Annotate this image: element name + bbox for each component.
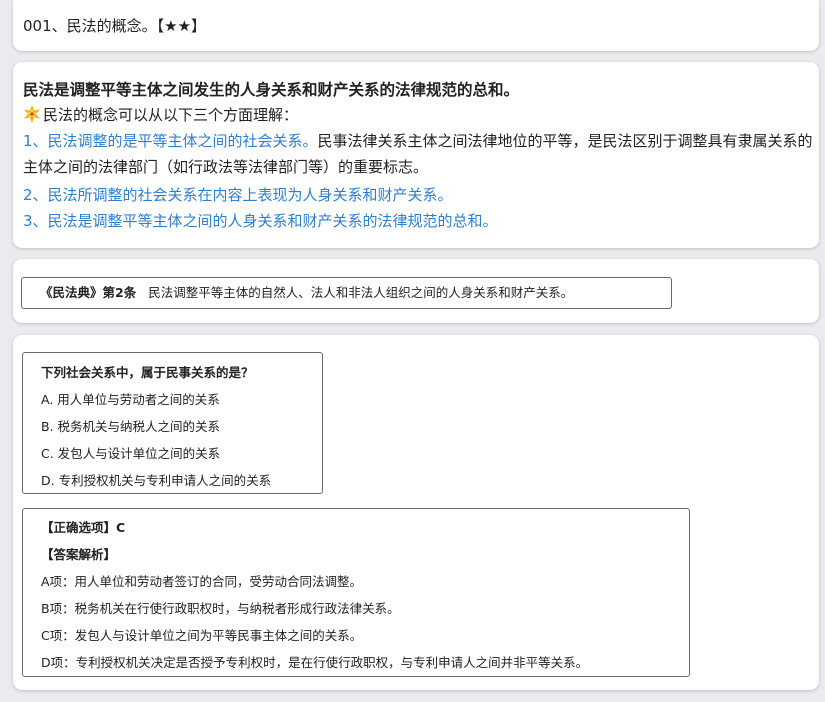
- analysis-heading: 【答案解析】: [41, 547, 117, 562]
- analysis-a: A项：用人单位和劳动者签订的合同，受劳动合同法调整。: [41, 574, 363, 589]
- analysis-d: D项：专利授权机关决定是否授予专利权时，是在行使行政职权，与专利申请人之间并非平…: [41, 655, 589, 670]
- point-1: 1、民法调整的是平等主体之间的社会关系。民事法律关系主体之间法律地位的平等，是民…: [23, 128, 813, 180]
- correct-answer: 【正确选项】C: [41, 520, 126, 535]
- sparkle-star-icon: [23, 105, 41, 123]
- answer-box: 【正确选项】C 【答案解析】 A项：用人单位和劳动者签订的合同，受劳动合同法调整…: [22, 508, 690, 677]
- question-box: 下列社会关系中，属于民事关系的是？ A. 用人单位与劳动者之间的关系 B. 税务…: [22, 352, 323, 494]
- option-d[interactable]: D. 专利授权机关与专利申请人之间的关系: [41, 470, 271, 489]
- analysis-c: C项：发包人与设计单位之间为平等民事主体之间的关系。: [41, 628, 363, 643]
- title-card: 001、民法的概念。【★★】: [13, 0, 819, 51]
- concept-card: 民法是调整平等主体之间发生的人身关系和财产关系的法律规范的总和。 民法的概念可以…: [13, 62, 819, 248]
- point-1-highlight: 1、民法调整的是平等主体之间的社会关系。: [23, 132, 318, 150]
- definition-text: 民法是调整平等主体之间发生的人身关系和财产关系的法律规范的总和。: [23, 81, 520, 99]
- point-3: 3、民法是调整平等主体之间的人身关系和财产关系的法律规范的总和。: [23, 212, 498, 230]
- law-article-box: 《民法典》第2条 民法调整平等主体的自然人、法人和非法人组织之间的人身关系和财产关…: [21, 277, 672, 309]
- intro-line: 民法的概念可以从以下三个方面理解：: [23, 102, 813, 128]
- law-text: 民法调整平等主体的自然人、法人和非法人组织之间的人身关系和财产关系。: [148, 285, 574, 300]
- law-source: 《民法典》第2条: [40, 285, 137, 300]
- point-2: 2、民法所调整的社会关系在内容上表现为人身关系和财产关系。: [23, 186, 453, 204]
- intro-text: 民法的概念可以从以下三个方面理解：: [43, 106, 299, 124]
- question-number-title: 001、民法的概念。【★★】: [23, 17, 207, 35]
- option-b[interactable]: B. 税务机关与纳税人之间的关系: [41, 416, 220, 435]
- quiz-card: 下列社会关系中，属于民事关系的是？ A. 用人单位与劳动者之间的关系 B. 税务…: [13, 335, 819, 690]
- analysis-b: B项：税务机关在行使行政职权时，与纳税者形成行政法律关系。: [41, 601, 400, 616]
- law-article-card: 《民法典》第2条 民法调整平等主体的自然人、法人和非法人组织之间的人身关系和财产关…: [13, 259, 819, 323]
- option-a[interactable]: A. 用人单位与劳动者之间的关系: [41, 389, 220, 408]
- question-text: 下列社会关系中，属于民事关系的是？: [41, 365, 254, 380]
- option-c[interactable]: C. 发包人与设计单位之间的关系: [41, 443, 220, 462]
